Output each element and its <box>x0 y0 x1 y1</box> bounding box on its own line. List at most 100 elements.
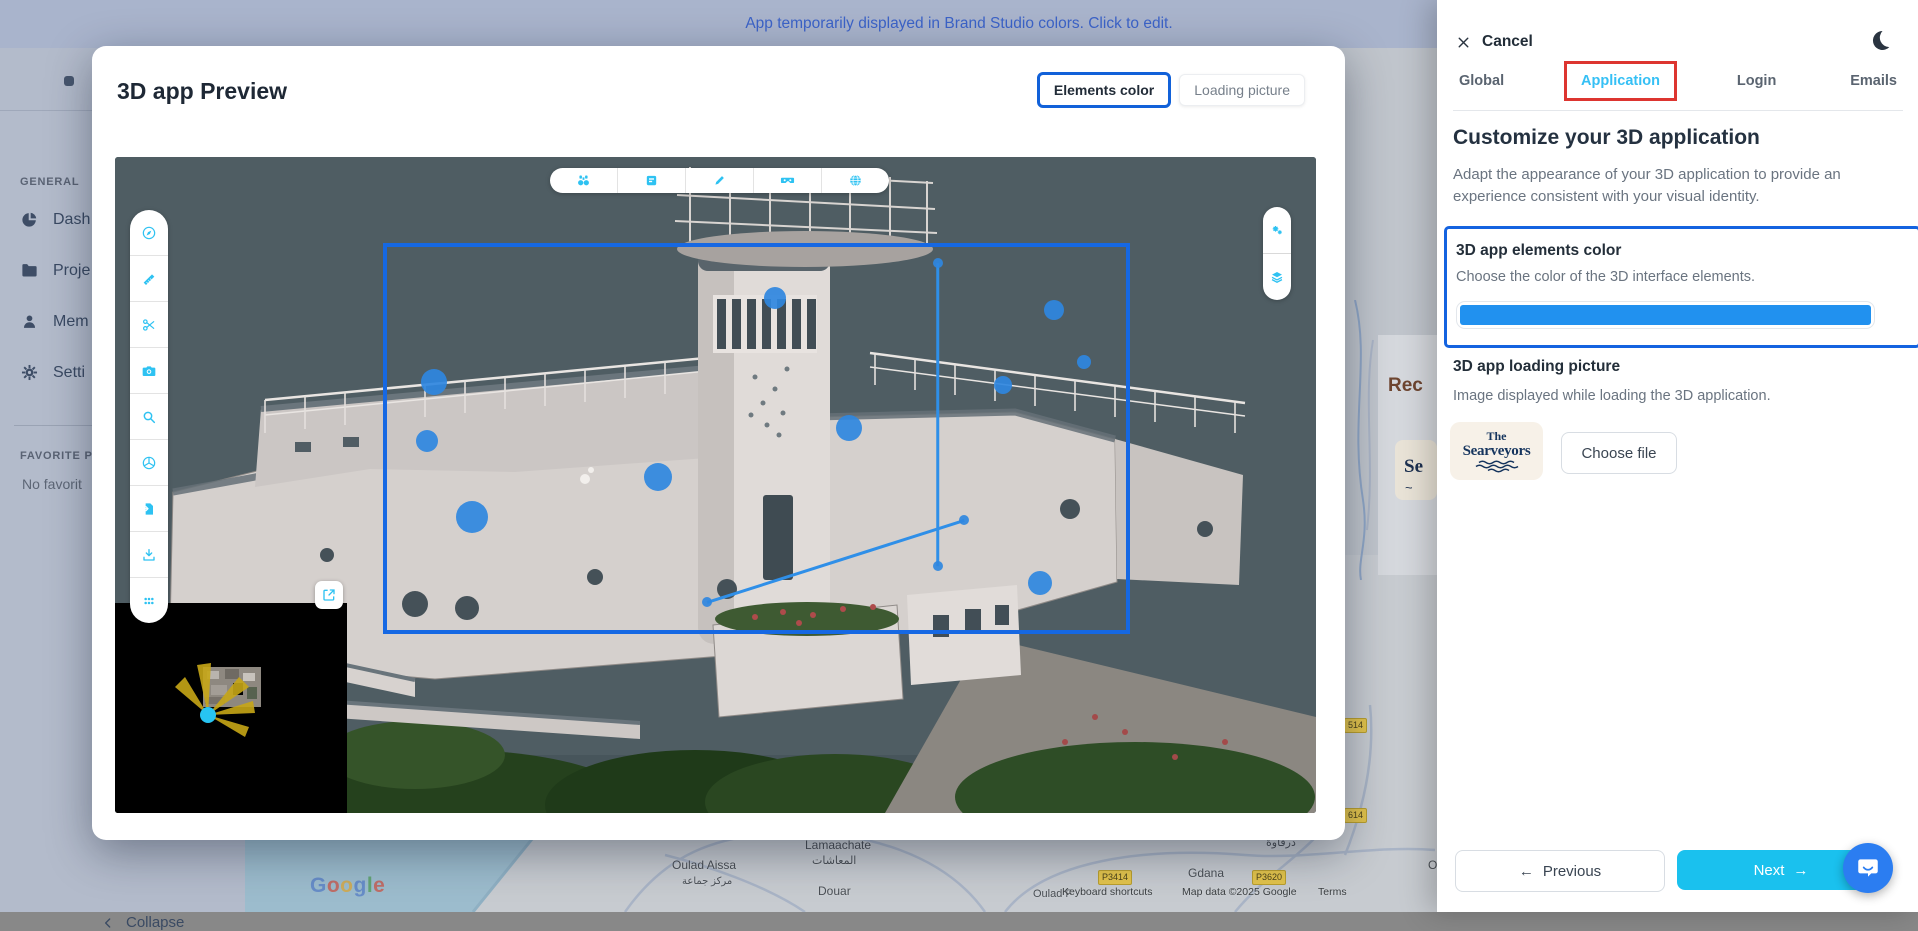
map-place-label: مركز جماعة <box>682 876 732 887</box>
tab-application[interactable]: Application <box>1564 61 1677 101</box>
gear-icon <box>20 363 39 382</box>
export-tool[interactable] <box>130 486 168 532</box>
elements-color-label: 3D app elements color <box>1456 242 1909 260</box>
sidebar-section-general: GENERAL <box>20 176 79 188</box>
viewer-top-toolbar <box>550 168 889 193</box>
binoculars-icon <box>576 173 591 188</box>
panel-heading: Customize your 3D application <box>1453 126 1760 150</box>
minimap[interactable] <box>115 603 347 813</box>
map-place-label: Douar <box>818 884 851 898</box>
loading-picture-description: Image displayed while loading the 3D app… <box>1453 388 1771 404</box>
app-logo-fragment <box>64 76 74 86</box>
panel-description: Adapt the appearance of your 3D applicat… <box>1453 164 1901 208</box>
sphere-tool[interactable] <box>130 440 168 486</box>
chat-icon <box>1855 855 1881 881</box>
grid-icon <box>141 593 157 609</box>
gears-icon <box>1270 223 1284 237</box>
recent-heading-fragment: Rec <box>1388 375 1423 397</box>
brand-studio-banner[interactable]: App temporarily displayed in Brand Studi… <box>0 0 1437 48</box>
ruler-tool[interactable] <box>130 256 168 302</box>
choose-file-button[interactable]: Choose file <box>1561 432 1677 474</box>
color-swatch-bar <box>1460 305 1871 325</box>
map-place-label: المعاشات <box>812 854 856 867</box>
camera-icon <box>141 363 157 379</box>
ruler-icon <box>141 271 157 287</box>
elements-color-toggle[interactable]: Elements color <box>1037 72 1171 108</box>
road-badge: 614 <box>1344 808 1367 823</box>
camera-tool[interactable] <box>130 348 168 394</box>
cancel-button[interactable]: Cancel <box>1455 33 1533 51</box>
loading-picture-thumbnail: The Searveyors <box>1450 422 1543 480</box>
expand-icon <box>321 587 337 603</box>
pen-icon <box>712 173 727 188</box>
tab-global[interactable]: Global <box>1453 73 1510 89</box>
map-sliver <box>1345 300 1378 580</box>
magnifier-tool[interactable] <box>130 394 168 440</box>
vr-goggles-tool[interactable] <box>754 168 822 193</box>
compass-tool[interactable] <box>130 210 168 256</box>
panel-tabs: Global Application Login Emails <box>1453 70 1903 111</box>
previous-button[interactable]: ← Previous <box>1455 850 1665 892</box>
board-icon <box>644 173 659 188</box>
globe-icon <box>848 173 863 188</box>
elements-color-section: 3D app elements color Choose the color o… <box>1444 226 1918 348</box>
map-place-label: Lamaachate <box>805 838 871 852</box>
sidebar-section-favorites: FAVORITE P <box>20 450 93 462</box>
sidebar-item-dash[interactable]: Dash <box>20 210 90 229</box>
brand-studio-panel: Cancel Global Application Login Emails C… <box>1437 0 1918 912</box>
road-badge: P3620 <box>1252 870 1286 885</box>
collapse-label: Collapse <box>126 914 184 931</box>
sidebar-item-proje[interactable]: Proje <box>20 261 90 280</box>
road-badge: P3414 <box>1098 870 1132 885</box>
map-attribution[interactable]: Map data ©2025 Google <box>1182 886 1297 898</box>
logo-line1: The <box>1450 429 1543 444</box>
sidebar-collapse-button[interactable]: Collapse <box>100 914 184 931</box>
sidebar-item-label: Setti <box>53 364 85 382</box>
vr-goggles-icon <box>780 173 795 188</box>
binoculars-tool[interactable] <box>550 168 618 193</box>
export-icon <box>141 501 157 517</box>
sidebar-item-setti[interactable]: Setti <box>20 363 85 382</box>
sidebar-item-label: Mem <box>53 313 89 331</box>
back-arrow-icon: ← <box>1519 863 1534 880</box>
gears-tool[interactable] <box>1263 207 1291 254</box>
download-tool[interactable] <box>130 532 168 578</box>
map-place-label: Gdana <box>1188 866 1224 880</box>
minimap-art <box>115 603 347 813</box>
board-tool[interactable] <box>618 168 686 193</box>
grid-tool[interactable] <box>130 578 168 623</box>
compass-icon <box>141 225 157 241</box>
map-place-label: Oulad Aissa <box>672 858 736 872</box>
3d-viewer[interactable] <box>115 157 1316 813</box>
selection-rectangle[interactable] <box>383 243 1130 634</box>
scissors-tool[interactable] <box>130 302 168 348</box>
3d-app-preview-modal: 3D app Preview Elements color Loading pi… <box>92 46 1345 840</box>
dark-mode-toggle[interactable] <box>1868 28 1892 52</box>
map-place-label: O <box>1428 858 1437 872</box>
logo-line2: Searveyors <box>1450 443 1543 460</box>
download-icon <box>141 547 157 563</box>
scissors-icon <box>141 317 157 333</box>
globe-tool[interactable] <box>822 168 889 193</box>
viewer-right-toolbar <box>1263 207 1291 300</box>
layers-icon <box>1270 270 1284 284</box>
preview-mode-toggle: Elements color Loading picture <box>1037 72 1305 108</box>
magnifier-icon <box>141 409 157 425</box>
chat-launcher[interactable] <box>1843 843 1893 893</box>
tab-emails[interactable]: Emails <box>1844 73 1903 89</box>
map-attribution[interactable]: Keyboard shortcuts <box>1062 886 1152 898</box>
folder-icon <box>20 261 39 280</box>
cancel-label: Cancel <box>1482 33 1533 51</box>
sidebar-item-mem[interactable]: Mem <box>20 312 89 331</box>
sidebar-item-label: Dash <box>53 211 90 229</box>
close-icon <box>1455 34 1472 51</box>
minimap-expand-button[interactable] <box>315 581 343 609</box>
tab-login[interactable]: Login <box>1731 73 1782 89</box>
color-swatch-input[interactable] <box>1456 301 1875 329</box>
layers-tool[interactable] <box>1263 254 1291 300</box>
next-arrow-icon: → <box>1793 862 1808 879</box>
pen-tool[interactable] <box>686 168 754 193</box>
loading-picture-toggle[interactable]: Loading picture <box>1179 74 1305 106</box>
sphere-icon <box>141 455 157 471</box>
map-attribution[interactable]: Terms <box>1318 886 1347 898</box>
